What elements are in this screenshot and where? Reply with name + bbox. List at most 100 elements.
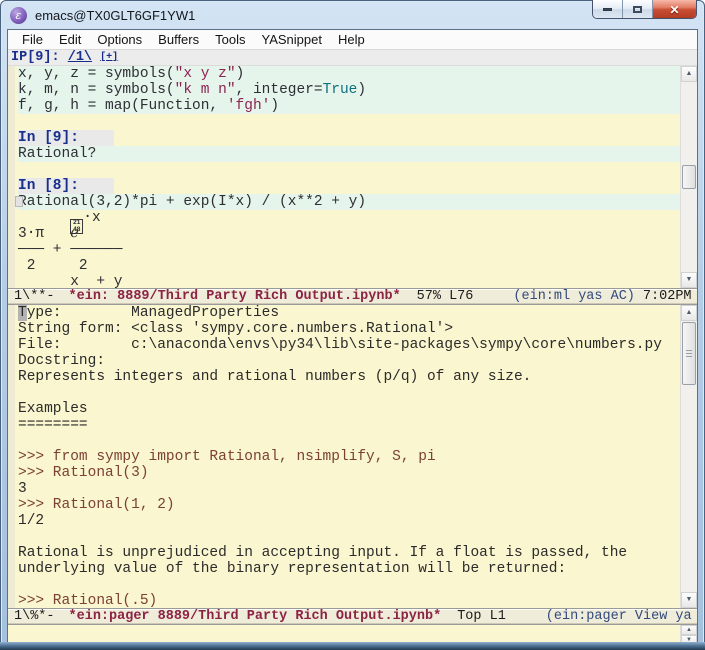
pager-line: Type: ManagedProperties <box>18 305 280 321</box>
window-bottom-border <box>0 642 705 650</box>
modeline-modes: (ein:pager View ya <box>545 609 692 624</box>
pager-line <box>18 577 680 593</box>
emacs-app-icon[interactable]: ε <box>10 6 27 24</box>
pager-line: >>> Rational(.5) <box>18 593 158 608</box>
pager-line: Examples <box>18 401 88 417</box>
pager-line: >>> from sympy import Rational, nsimplif… <box>18 449 436 465</box>
modeline-clock: 7:02PM <box>642 289 692 304</box>
code-segment-code: x, y, z = symbols( <box>18 66 175 82</box>
modeline-flags: 1\%*- <box>14 609 55 624</box>
in-prompt-label: In [9]: <box>18 130 114 146</box>
input-line: Rational(3,2)*pi + exp(I*x) / (x**2 + y) <box>15 194 680 210</box>
window-title: emacs@TX0GLT6GF1YW1 <box>35 7 196 23</box>
pager-line: >>> Rational(3) <box>18 465 149 481</box>
menu-file[interactable]: File <box>14 32 51 47</box>
emacs-client-area: File Edit Options Buffers Tools YASnippet Help… <box>8 30 697 645</box>
notebook-mode-line[interactable]: 1\**- *ein: 8889/Third Party Rich Output.… <box>8 288 697 305</box>
pager-text[interactable]: Type: ManagedProperties String form: <cla… <box>15 305 680 608</box>
pager-mode-line[interactable]: 1\%*- *ein:pager 8889/Third Party Rich Ou… <box>8 608 697 625</box>
pager-line: 3 <box>18 481 27 497</box>
pager-scrollbar[interactable]: ▲ ▼ <box>680 305 697 608</box>
notebook-window: x, y, z = symbols("x y z") k, m, n = symb… <box>8 66 697 288</box>
left-fringe <box>8 66 15 288</box>
code-segment-code: Rational(3,2)*pi + exp(I*x) / (x**2 + y) <box>18 194 367 210</box>
pager-line: File: c:\anaconda\envs\py34\lib\site-pac… <box>18 337 662 353</box>
notebook-scrollbar[interactable]: ▲ ▼ <box>680 66 697 288</box>
window-controls: ✕ <box>592 0 697 19</box>
output-math-line: 2 2 <box>18 258 680 274</box>
menu-edit[interactable]: Edit <box>51 32 89 47</box>
minimize-button[interactable] <box>593 0 623 18</box>
menu-buffers[interactable]: Buffers <box>150 32 207 47</box>
modeline-modes: (ein:ml yas AC) <box>513 289 635 304</box>
modeline-buffer-name: *ein: 8889/Third Party Rich Output.ipynb… <box>68 289 401 304</box>
code-segment-code: ⋅x <box>83 210 101 226</box>
notebook-scroll-link[interactable]: /1\ <box>68 50 92 65</box>
output-math-line: 3⋅π ℯ <box>18 226 680 242</box>
menu-help[interactable]: Help <box>330 32 373 47</box>
code-segment-code: ) <box>357 82 367 98</box>
menu-options[interactable]: Options <box>89 32 150 47</box>
notebook-text[interactable]: x, y, z = symbols("x y z") k, m, n = symb… <box>15 66 680 288</box>
scroll-up-icon[interactable]: ▲ <box>681 66 697 82</box>
menu-yasnippet[interactable]: YASnippet <box>253 32 329 47</box>
pager-line: underlying value of the binary represent… <box>18 561 567 577</box>
pager-line: String form: <class 'sympy.core.numbers.… <box>18 321 454 337</box>
menu-tools[interactable]: Tools <box>207 32 253 47</box>
insert-cell-link[interactable]: [+] <box>100 52 118 63</box>
close-button[interactable]: ✕ <box>653 0 696 18</box>
pager-line <box>18 529 680 545</box>
input-line: k, m, n = symbols("k m n", integer=True) <box>18 82 680 98</box>
output-math-line: ─── + ────── <box>18 242 680 258</box>
code-segment-code: 2 2 <box>18 258 88 274</box>
minibuffer[interactable] <box>8 625 680 642</box>
pager-line <box>18 385 680 401</box>
minimize-icon <box>603 8 612 11</box>
code-segment-code: , integer= <box>235 82 323 98</box>
cell-prompt: In [9]: <box>18 130 680 146</box>
output-math-line: 21 48 ⋅x <box>18 210 680 234</box>
text-cursor: T <box>18 305 27 321</box>
input-line: f, g, h = map(Function, 'fgh') <box>18 98 680 114</box>
modeline-flags: 1\**- <box>14 289 55 304</box>
modeline-position: 57% L76 <box>416 289 474 304</box>
input-line: Rational? <box>18 146 680 162</box>
scroll-up-icon[interactable]: ▲ <box>681 305 697 321</box>
code-segment-code: 3⋅π ℯ <box>18 226 79 242</box>
notebook-header-line: IP[9]: /1\ [+] <box>8 50 697 66</box>
output-math-line: x + y <box>18 274 680 288</box>
maximize-button[interactable] <box>623 0 653 18</box>
left-fringe <box>8 305 15 608</box>
code-segment-code: ) <box>235 66 245 82</box>
scroll-up-icon[interactable]: ▲ <box>681 625 697 635</box>
code-segment-const: True <box>322 82 358 98</box>
input-line: x, y, z = symbols("x y z") <box>18 66 680 82</box>
pager-line: 1/2 <box>18 513 45 529</box>
code-segment-code: x + y <box>18 274 123 288</box>
in-prompt-label: In [8]: <box>18 178 114 194</box>
code-segment-code: ) <box>270 98 280 114</box>
cell-boundary-marker <box>15 196 23 207</box>
pager-scrollbar-thumb[interactable] <box>682 322 696 385</box>
menu-bar: File Edit Options Buffers Tools YASnippet Help <box>8 30 697 50</box>
minibuffer-scrollbar[interactable]: ▲ ▼ <box>680 625 697 645</box>
pager-line: Represents integers and rational numbers… <box>18 369 532 385</box>
pager-line: ======== <box>18 417 88 433</box>
notebook-scrollbar-thumb[interactable] <box>682 165 696 189</box>
close-icon: ✕ <box>669 2 680 17</box>
code-segment-code: ─── + ────── <box>18 242 123 258</box>
pager-line: >>> Rational(1, 2) <box>18 497 175 513</box>
code-segment-str: 'fgh' <box>226 98 271 114</box>
scroll-down-icon[interactable]: ▼ <box>681 272 697 288</box>
maximize-icon <box>633 6 642 13</box>
title-bar[interactable]: ε emacs@TX0GLT6GF1YW1 ✕ <box>0 0 705 30</box>
code-segment-code <box>18 210 70 226</box>
scroll-down-icon[interactable]: ▼ <box>681 592 697 608</box>
code-segment-str: "x y z" <box>174 66 236 82</box>
pager-line: Rational is unprejudiced in accepting in… <box>18 545 628 561</box>
ipython-prompt-indicator: IP[9]: <box>11 50 68 65</box>
pager-line <box>18 433 680 449</box>
code-segment-str: "k m n" <box>174 82 236 98</box>
